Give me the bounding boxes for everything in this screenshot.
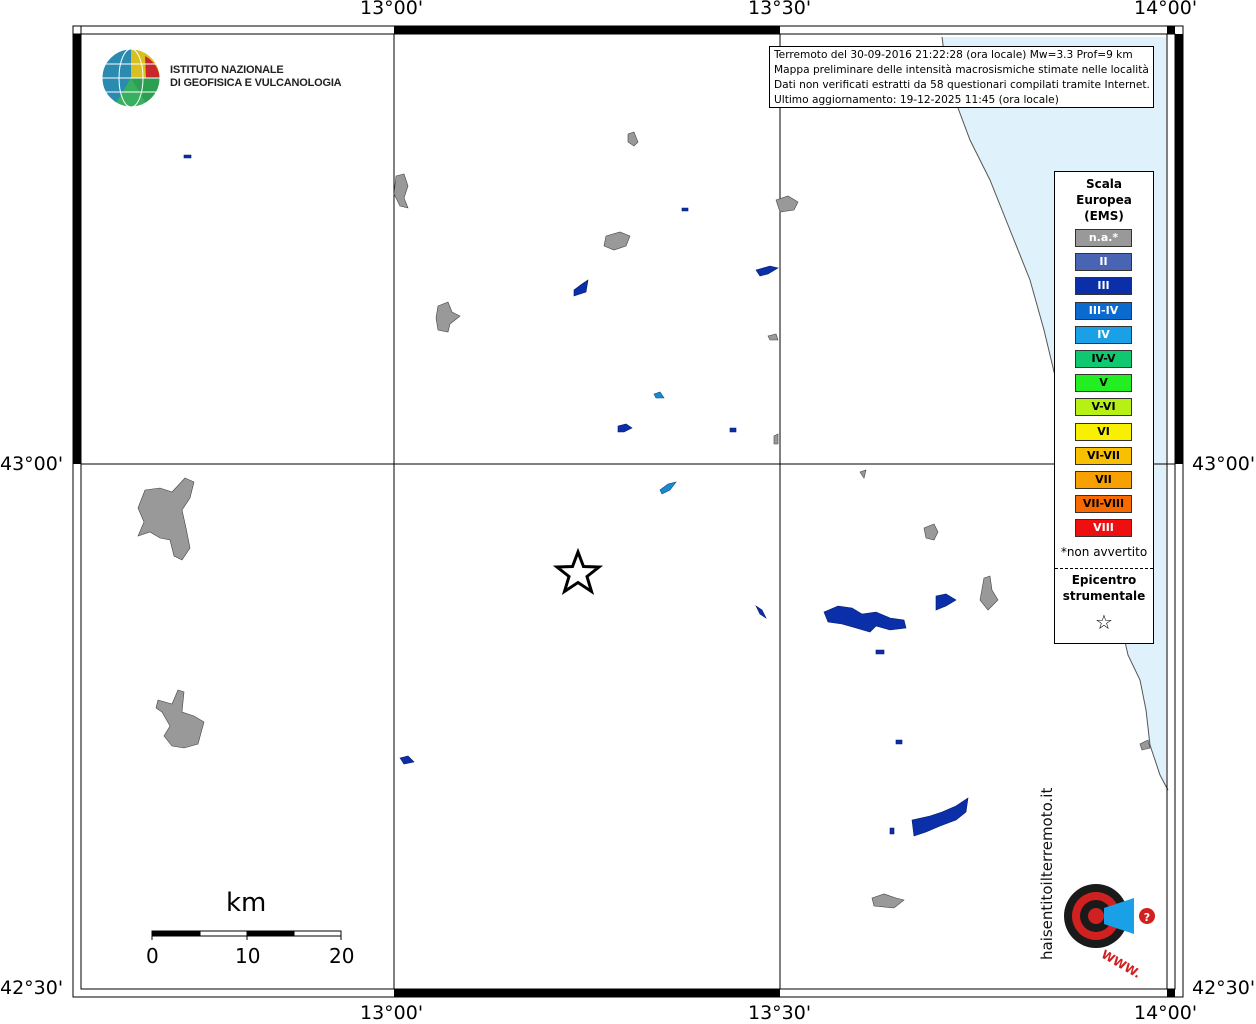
area-na-11 [767,333,779,341]
legend-note: *non avvertito [1060,545,1148,559]
area-iii-11 [729,427,737,433]
area-na-13 [859,469,867,479]
ingv-logo-text: ISTITUTO NAZIONALE DI GEOFISICA E VULCAN… [170,64,342,90]
area-iii-12 [183,154,192,159]
legend-epicenter-label: Epicentro strumentale [1055,572,1153,604]
area-iii-13 [895,739,903,745]
legend-swatch: V [1075,374,1132,393]
frame-corner-br [1167,989,1175,997]
frame-bar-right [1175,34,1183,464]
area-iii-10 [681,207,689,212]
legend-title-line1: Scala [1085,177,1123,191]
legend-star-icon: ☆ [1095,610,1113,634]
legend-swatch: III-IV [1075,301,1132,320]
legend-title: Scala Europea (EMS) [1055,176,1153,224]
legend-swatch: IV-V [1075,350,1132,368]
frame-bar-top [394,26,780,34]
scale-label-20: 20 [329,944,355,968]
legend-swatch: VI-VII [1075,446,1132,465]
legend-swatch: VIII [1075,519,1132,538]
badge-url-text: haisentitoilterremoto.it [1038,788,1056,960]
area-na-9 [979,575,999,611]
ingv-logo-line1: ISTITUTO NAZIONALE [170,64,284,76]
earthquake-info-box: Terremoto del 30-09-2016 21:22:28 (ora l… [769,46,1154,108]
scale-bar [151,930,342,940]
area-iii-6 [617,423,633,433]
info-line-4: Ultimo aggiornamento: 19-12-2025 11:45 (… [774,94,1059,106]
area-na-1 [137,477,195,561]
legend-swatch: n.a.* [1075,229,1132,247]
legend-swatch: VII-VIII [1075,495,1132,514]
info-line-2: Mappa preliminare delle intensità macros… [774,64,1149,76]
legend-epi-line2: strumentale [1062,589,1146,603]
area-iii-3 [935,593,957,611]
legend-swatch: III [1075,277,1132,296]
legend-swatch: VII [1075,471,1132,489]
epicenter-star [552,547,604,596]
legend-title-line2: Europea [1076,193,1132,207]
area-iv-2 [653,391,665,399]
area-iii-2 [911,797,969,837]
area-iii-4 [573,279,589,297]
areas-intensity-III [183,154,969,837]
area-iii-8 [755,605,767,619]
area-na-5 [435,301,461,333]
area-na-6 [775,195,799,213]
area-iii-14 [889,827,895,835]
area-iv-1 [659,481,677,495]
legend-separator [1055,568,1153,569]
area-na-7 [627,131,639,147]
legend-swatch: II [1075,253,1132,272]
area-na-8 [923,523,939,541]
area-iii-1 [823,605,907,633]
legend-swatch: V-VI [1075,398,1132,417]
area-na-12 [773,433,779,445]
info-line-1: Terremoto del 30-09-2016 21:22:28 (ora l… [774,49,1133,61]
legend-swatch: IV [1075,325,1132,344]
legend-title-line3: (EMS) [1084,209,1124,223]
scale-label-10: 10 [235,944,261,968]
ems-legend: Scala Europea (EMS) n.a.* II III III-IV IV IV… [1054,171,1154,644]
badge-www-text: WWW. [1099,947,1143,981]
area-na-4 [603,231,631,251]
area-na-14 [1139,739,1151,751]
frame-corner-tl [72,25,82,35]
frame-bar-bottom [394,989,780,997]
legend-epi-line1: Epicentro [1071,573,1137,587]
area-iii-7 [399,755,415,765]
scale-label-0: 0 [146,944,159,968]
svg-text:?: ? [1144,911,1150,924]
frame-bar-left [73,34,81,464]
area-iii-5 [755,265,779,277]
areas-not-felt [137,131,1151,909]
scale-title: km [226,888,267,918]
haisentito-badge-icon: ? [1064,884,1155,948]
info-line-3: Dati non verificati estratti da 58 quest… [774,79,1150,91]
frame-corner-tr [1167,26,1175,34]
areas-intensity-IV [653,391,677,495]
ingv-logo-icon [101,48,161,108]
area-na-2 [155,689,205,749]
legend-swatch: VI [1075,422,1132,441]
area-na-10 [871,893,905,909]
ingv-logo-line2: DI GEOFISICA E VULCANOLOGIA [170,77,342,89]
area-iii-9 [875,649,885,655]
area-na-3 [393,173,409,209]
